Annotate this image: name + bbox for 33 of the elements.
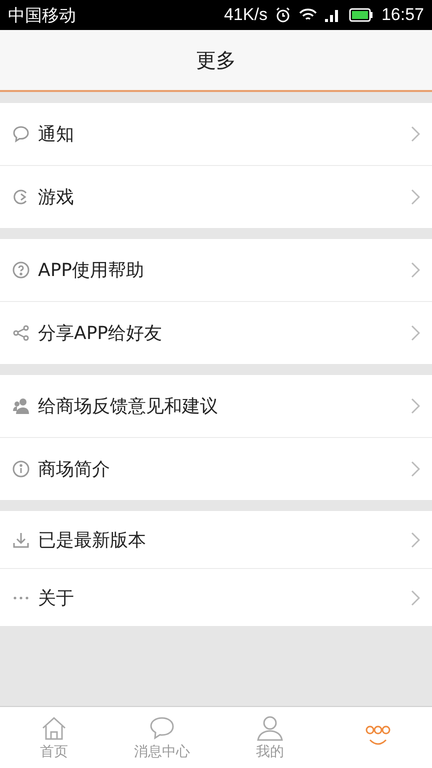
chevron-right-icon [411, 398, 420, 414]
battery-icon [349, 8, 374, 22]
page-title: 更多 [196, 46, 236, 74]
chevron-right-icon [411, 325, 420, 341]
wifi-icon [299, 8, 318, 22]
menu-item[interactable]: 游戏 [0, 166, 432, 228]
clock-time: 16:57 [381, 5, 424, 25]
menu-item[interactable]: 已是最新版本 [0, 511, 432, 569]
chevron-right-icon [411, 126, 420, 142]
alarm-icon [275, 7, 292, 23]
chevron-right-icon [411, 590, 420, 606]
people-icon [12, 397, 30, 415]
info-icon [12, 460, 30, 478]
speech-bubble-icon [12, 125, 30, 143]
carrier-name: 中国移动 [8, 4, 76, 26]
home-icon [40, 714, 68, 740]
chevron-right-icon [411, 532, 420, 548]
chevron-right-icon [411, 189, 420, 205]
share-icon [12, 324, 30, 342]
help-icon [12, 261, 30, 279]
menu-item[interactable]: 商场简介 [0, 438, 432, 500]
chevron-right-icon [411, 461, 420, 477]
chevron-right-icon [411, 262, 420, 278]
menu-item[interactable]: 关于 [0, 569, 432, 626]
download-icon [12, 530, 30, 548]
network-speed: 41K/s [224, 5, 268, 25]
speech-bubble-icon [148, 714, 176, 740]
menu-item[interactable]: 分享APP给好友 [0, 302, 432, 364]
menu-item[interactable]: 给商场反馈意见和建议 [0, 375, 432, 438]
menu-item[interactable]: 通知 [0, 103, 432, 166]
menu-item[interactable]: APP使用帮助 [0, 239, 432, 302]
person-icon [256, 714, 284, 740]
ellipsis-icon [13, 596, 29, 600]
